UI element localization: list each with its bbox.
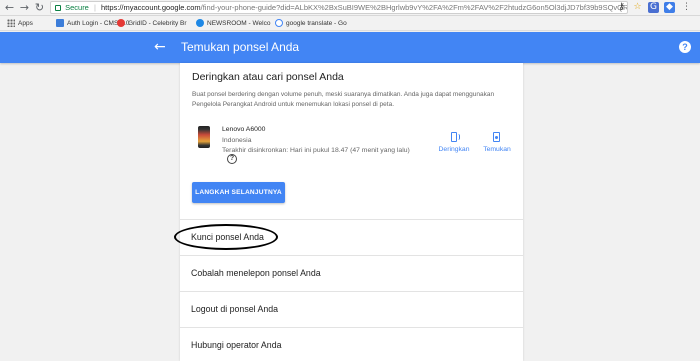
page-title: Temukan ponsel Anda	[181, 40, 300, 54]
lock-icon	[55, 5, 61, 12]
bookmarks-bar: Apps Auth Login - CMS-5.0 GridID - Celeb…	[0, 16, 700, 31]
extension-icon[interactable]: ◆	[664, 2, 675, 13]
bookmark-label: NEWSROOM - Welco	[207, 20, 271, 27]
option-label: Cobalah menelepon ponsel Anda	[191, 268, 321, 278]
find-phone-card: Deringkan atau cari ponsel Anda Buat pon…	[180, 63, 523, 361]
bookmark-label: google translate - Go	[286, 20, 347, 27]
find-action[interactable]: Temukan	[478, 132, 516, 153]
phone-image	[198, 126, 210, 148]
option-contact-carrier[interactable]: Hubungi operator Anda	[180, 327, 523, 361]
bookmark-label: Apps	[18, 20, 33, 27]
app-header: ← Temukan ponsel Anda ?	[0, 32, 700, 63]
question-icon[interactable]: ?	[227, 154, 237, 164]
url-host: https://myaccount.google.com	[101, 3, 201, 12]
bookmark-apps[interactable]: Apps	[7, 16, 33, 31]
option-call-phone[interactable]: Cobalah menelepon ponsel Anda	[180, 255, 523, 291]
back-arrow-icon[interactable]: ←	[3, 1, 16, 14]
gridid-icon	[117, 19, 125, 28]
option-label: Logout di ponsel Anda	[191, 304, 279, 314]
google-icon	[275, 19, 283, 28]
bookmark-google-translate[interactable]: google translate - Go	[275, 16, 347, 31]
doc-icon	[56, 19, 64, 28]
newsroom-icon	[196, 19, 204, 28]
find-action-label: Temukan	[483, 146, 511, 153]
apps-grid-icon	[7, 19, 15, 28]
bookmark-label: GridID - Celebrity Br	[128, 20, 187, 27]
device-sync-status: Terakhir disinkronkan: Hari ini pukul 18…	[222, 147, 410, 154]
ring-action[interactable]: Deringkan	[435, 132, 473, 153]
device-country: Indonesia	[222, 137, 252, 144]
reload-icon[interactable]: ↻	[33, 1, 46, 14]
browser-toolbar: ← → ↻ Secure | https://myaccount.google.…	[0, 0, 700, 16]
translate-extension-icon[interactable]: G	[648, 2, 659, 13]
bookmark-gridid[interactable]: GridID - Celebrity Br	[117, 16, 187, 31]
highlight-ellipse	[174, 224, 278, 250]
help-icon[interactable]: ?	[679, 41, 691, 53]
phone-locate-icon	[492, 132, 502, 144]
ring-section-title: Deringkan atau cari ponsel Anda	[192, 71, 344, 83]
forward-arrow-icon[interactable]: →	[18, 1, 31, 14]
url-path: /find-your-phone-guide?did=ALbKX%2BxSuBI…	[200, 3, 628, 12]
address-bar[interactable]: Secure | https://myaccount.google.com/fi…	[50, 1, 628, 14]
menu-icon[interactable]: ⋮	[681, 2, 692, 13]
arrow-left-icon[interactable]: ←	[154, 39, 166, 55]
key-icon[interactable]: ⚷	[616, 2, 627, 13]
bookmark-newsroom[interactable]: NEWSROOM - Welco	[196, 16, 270, 31]
ring-action-label: Deringkan	[438, 146, 470, 153]
secure-label: Secure	[65, 3, 89, 12]
option-label: Hubungi operator Anda	[191, 340, 282, 350]
star-icon[interactable]: ☆	[632, 2, 643, 13]
next-step-button[interactable]: LANGKAH SELANJUTNYA	[192, 182, 285, 203]
ring-section-description: Buat ponsel berdering dengan volume penu…	[192, 91, 495, 108]
separator: |	[93, 3, 96, 12]
device-name: Lenovo A6000	[222, 126, 266, 133]
phone-ring-icon	[449, 132, 460, 144]
option-logout[interactable]: Logout di ponsel Anda	[180, 291, 523, 327]
